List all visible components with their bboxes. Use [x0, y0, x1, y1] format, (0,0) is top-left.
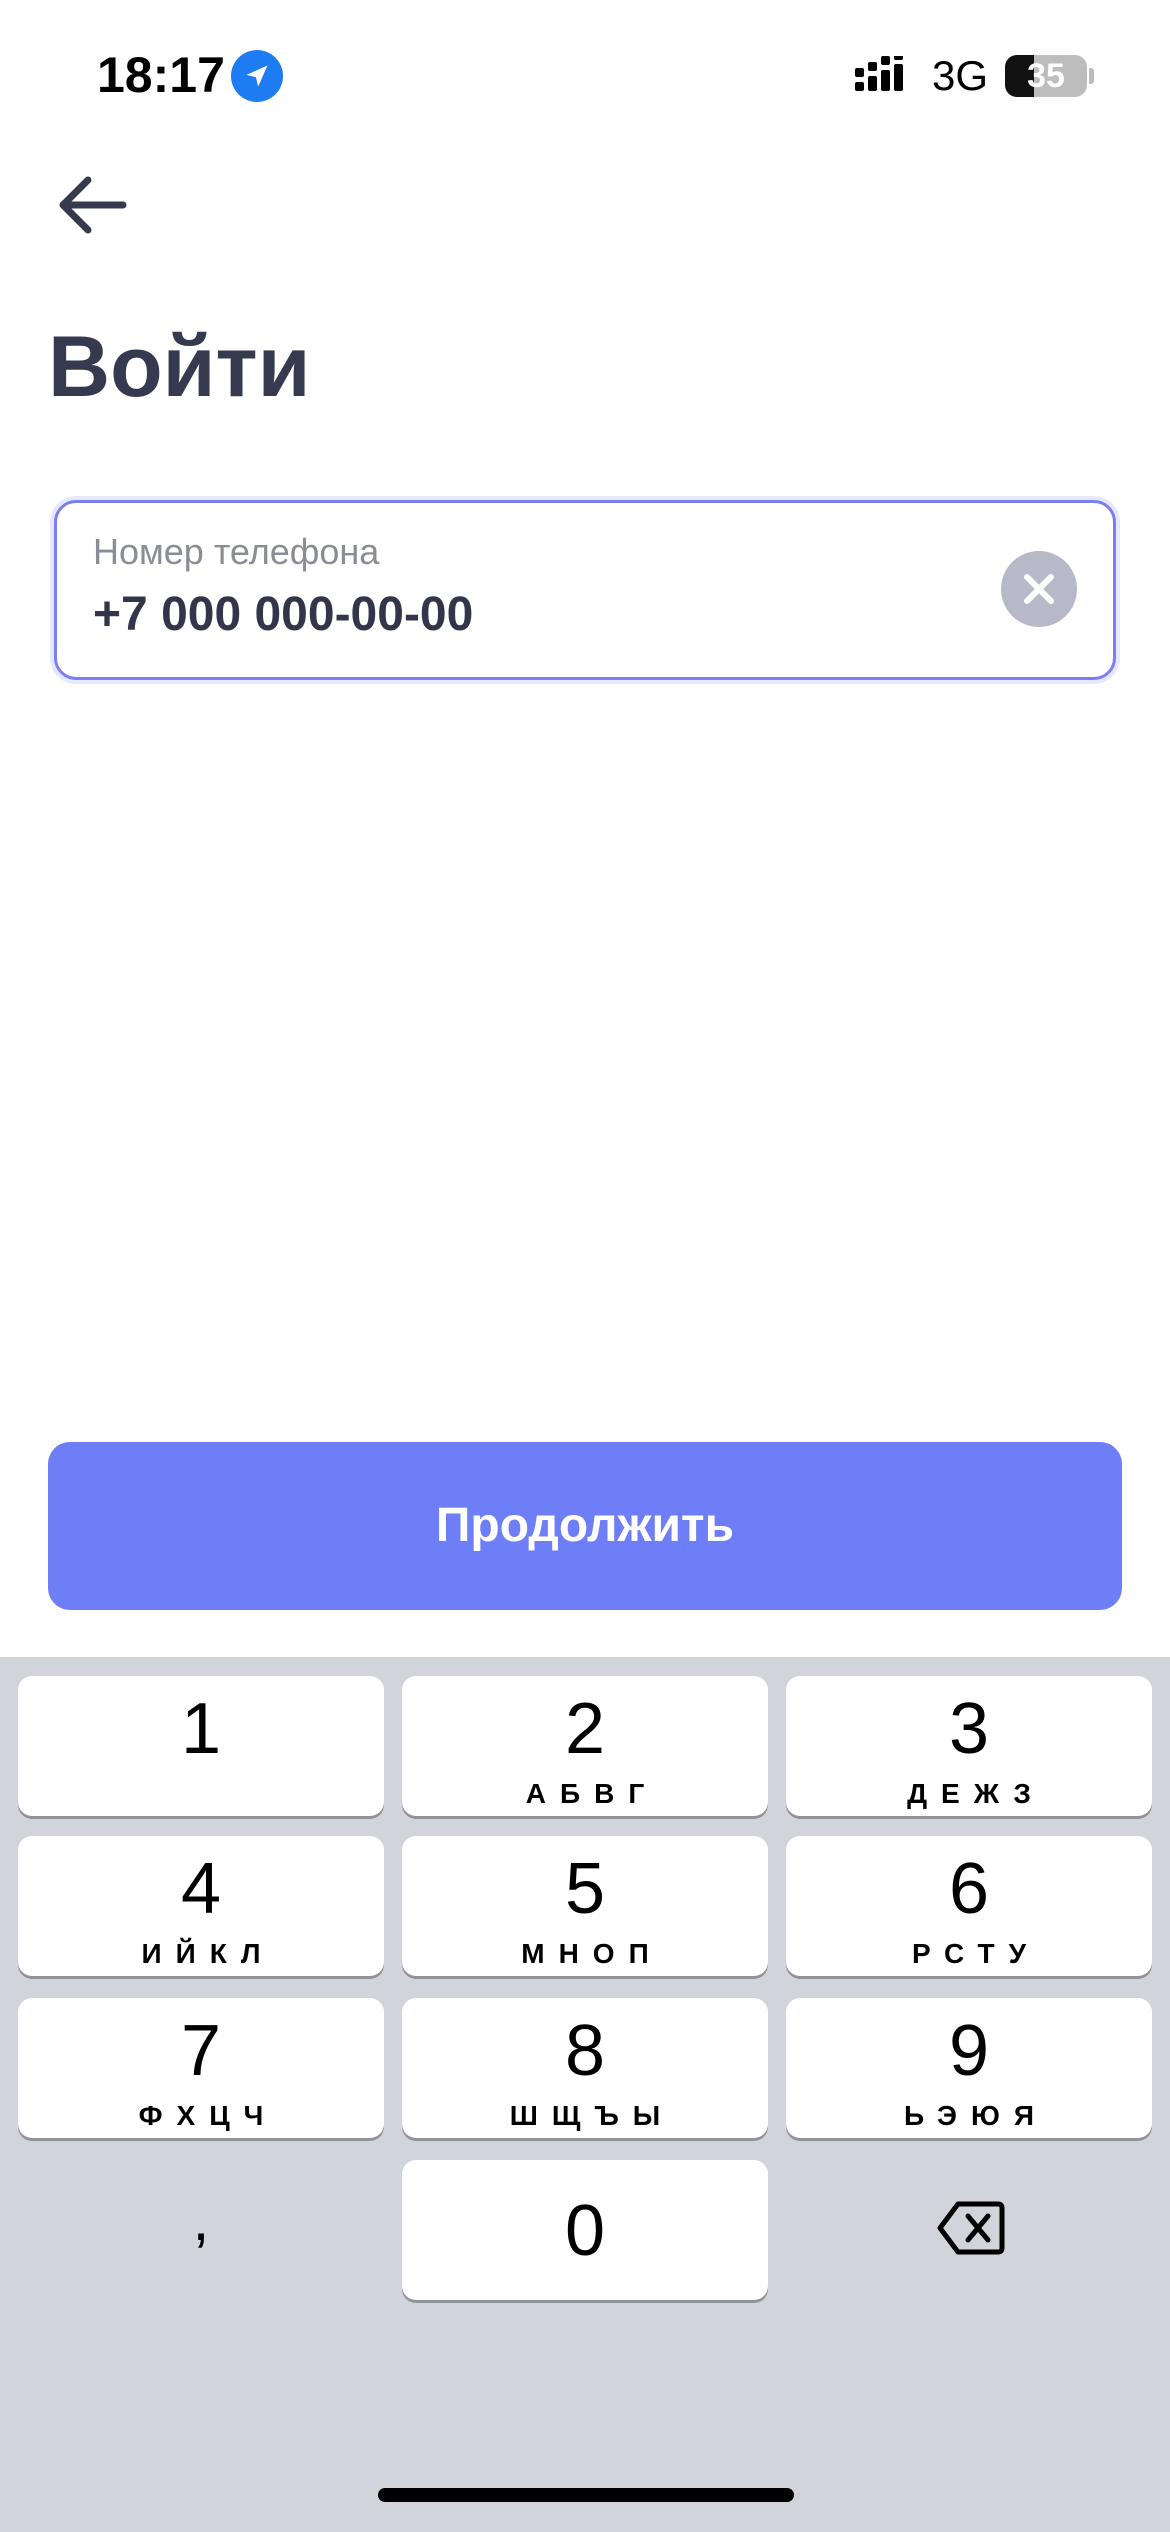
- key-digit: 1: [180, 1689, 222, 1769]
- key-1[interactable]: 1: [18, 1676, 384, 1816]
- phone-field-label: Номер телефона: [93, 531, 380, 572]
- page-title: Войти: [48, 319, 311, 415]
- key-letters: ЬЭЮЯ: [904, 2100, 1048, 2131]
- back-button[interactable]: [48, 170, 138, 240]
- key-letters: РСТУ: [911, 1938, 1041, 1969]
- key-letters: ШЩЪЫ: [509, 2100, 675, 2131]
- key-letters: ИЙКЛ: [141, 1938, 275, 1969]
- key-digit: 8: [564, 2011, 606, 2091]
- battery-icon: 35: [1005, 55, 1087, 97]
- key-5[interactable]: 5 МНОП: [402, 1836, 768, 1976]
- close-icon: [1024, 574, 1054, 604]
- battery-tip: [1089, 68, 1094, 84]
- key-letters: ФХЦЧ: [138, 2100, 278, 2131]
- delete-button[interactable]: [786, 2160, 1152, 2300]
- network-type: 3G: [932, 52, 989, 99]
- key-7[interactable]: 7 ФХЦЧ: [18, 1998, 384, 2138]
- arrow-left-icon: [59, 176, 127, 234]
- key-digit: 9: [948, 2011, 990, 2091]
- phone-input[interactable]: +7 000 000-00-00: [93, 587, 473, 642]
- location-arrow-icon: [231, 50, 283, 102]
- login-screen: 18:17 3G 35 Войти Номер телефона +7 000 …: [0, 0, 1170, 2532]
- phone-field[interactable]: Номер телефона +7 000 000-00-00: [54, 500, 1116, 680]
- key-digit: 7: [180, 2011, 222, 2091]
- status-bar: 18:17 3G 35: [0, 0, 1170, 150]
- clear-button[interactable]: [1001, 551, 1077, 627]
- key-digit: 3: [948, 1689, 990, 1769]
- key-letters: ДЕЖЗ: [907, 1778, 1045, 1809]
- key-digit: 4: [180, 1849, 222, 1929]
- key-comma[interactable]: ,: [18, 2160, 384, 2300]
- key-digit: 0: [564, 2191, 606, 2271]
- key-4[interactable]: 4 ИЙКЛ: [18, 1836, 384, 1976]
- signal-bars-icon: [855, 56, 903, 91]
- key-6[interactable]: 6 РСТУ: [786, 1836, 1152, 1976]
- key-8[interactable]: 8 ШЩЪЫ: [402, 1998, 768, 2138]
- key-digit: 5: [564, 1849, 606, 1929]
- backspace-icon: [937, 2201, 1005, 2255]
- key-letters: АБВГ: [525, 1778, 659, 1809]
- key-3[interactable]: 3 ДЕЖЗ: [786, 1676, 1152, 1816]
- key-2[interactable]: 2 АБВГ: [402, 1676, 768, 1816]
- home-indicator: [378, 2488, 794, 2502]
- key-0[interactable]: 0: [402, 2160, 768, 2300]
- key-letters: МНОП: [521, 1938, 663, 1969]
- key-digit: 6: [948, 1849, 990, 1929]
- battery-level: 35: [1027, 57, 1065, 95]
- key-9[interactable]: 9 ЬЭЮЯ: [786, 1998, 1152, 2138]
- status-time: 18:17: [97, 47, 225, 103]
- continue-button[interactable]: Продолжить: [48, 1442, 1122, 1610]
- key-digit: 2: [564, 1689, 606, 1769]
